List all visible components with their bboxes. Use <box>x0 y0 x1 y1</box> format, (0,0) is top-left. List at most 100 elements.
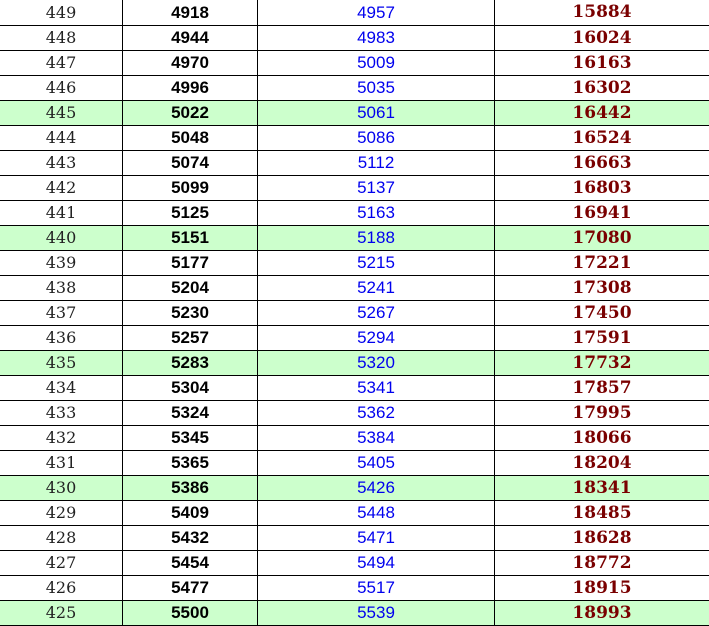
rank-cell: 17591 <box>494 325 709 351</box>
table-row: 443 5074 5112 16663 <box>0 150 709 176</box>
count-cell: 5324 <box>122 400 258 426</box>
table-row-highlighted: 445 5022 5061 16442 <box>0 100 709 126</box>
score-cell: 439 <box>0 250 123 276</box>
table-row: 427 5454 5494 18772 <box>0 550 709 576</box>
cumulative-cell: 5267 <box>257 300 495 326</box>
rank-cell: 18341 <box>494 475 709 501</box>
score-cell: 438 <box>0 275 123 301</box>
cumulative-cell: 5163 <box>257 200 495 226</box>
rank-cell: 16163 <box>494 50 709 76</box>
table-row: 426 5477 5517 18915 <box>0 575 709 601</box>
cumulative-cell: 4983 <box>257 25 495 51</box>
count-cell: 5177 <box>122 250 258 276</box>
score-cell: 427 <box>0 550 123 576</box>
count-cell: 5230 <box>122 300 258 326</box>
rank-cell: 17995 <box>494 400 709 426</box>
rank-cell: 16524 <box>494 125 709 151</box>
count-cell: 4944 <box>122 25 258 51</box>
rank-cell: 17450 <box>494 300 709 326</box>
count-cell: 5048 <box>122 125 258 151</box>
table-row: 432 5345 5384 18066 <box>0 425 709 451</box>
rank-cell: 18772 <box>494 550 709 576</box>
score-cell: 449 <box>0 0 123 26</box>
score-cell: 446 <box>0 75 123 101</box>
score-cell: 448 <box>0 25 123 51</box>
cumulative-cell: 5448 <box>257 500 495 526</box>
score-rank-table: 449 4918 4957 15884 448 4944 4983 16024 447 4970 5… <box>0 0 709 626</box>
score-cell: 429 <box>0 500 123 526</box>
rank-cell: 18993 <box>494 600 709 626</box>
score-cell: 445 <box>0 100 123 126</box>
rank-cell: 16803 <box>494 175 709 201</box>
count-cell: 5454 <box>122 550 258 576</box>
rank-cell: 16442 <box>494 100 709 126</box>
cumulative-cell: 4957 <box>257 0 495 26</box>
rank-cell: 17221 <box>494 250 709 276</box>
count-cell: 5283 <box>122 350 258 376</box>
score-cell: 432 <box>0 425 123 451</box>
count-cell: 4970 <box>122 50 258 76</box>
table-body: 449 4918 4957 15884 448 4944 4983 16024 447 4970 5… <box>0 0 709 626</box>
rank-cell: 16663 <box>494 150 709 176</box>
cumulative-cell: 5494 <box>257 550 495 576</box>
rank-cell: 18485 <box>494 500 709 526</box>
score-cell: 433 <box>0 400 123 426</box>
count-cell: 5345 <box>122 425 258 451</box>
table-row: 431 5365 5405 18204 <box>0 450 709 476</box>
cumulative-cell: 5137 <box>257 175 495 201</box>
score-cell: 440 <box>0 225 123 251</box>
cumulative-cell: 5035 <box>257 75 495 101</box>
score-cell: 443 <box>0 150 123 176</box>
table-row: 433 5324 5362 17995 <box>0 400 709 426</box>
rank-cell: 18066 <box>494 425 709 451</box>
count-cell: 5074 <box>122 150 258 176</box>
table-row: 448 4944 4983 16024 <box>0 25 709 51</box>
rank-cell: 18628 <box>494 525 709 551</box>
rank-cell: 16941 <box>494 200 709 226</box>
count-cell: 5125 <box>122 200 258 226</box>
count-cell: 5500 <box>122 600 258 626</box>
score-cell: 425 <box>0 600 123 626</box>
score-cell: 441 <box>0 200 123 226</box>
score-cell: 435 <box>0 350 123 376</box>
score-cell: 442 <box>0 175 123 201</box>
rank-cell: 17732 <box>494 350 709 376</box>
score-cell: 430 <box>0 475 123 501</box>
table-row: 428 5432 5471 18628 <box>0 525 709 551</box>
score-cell: 426 <box>0 575 123 601</box>
cumulative-cell: 5384 <box>257 425 495 451</box>
score-cell: 434 <box>0 375 123 401</box>
cumulative-cell: 5539 <box>257 600 495 626</box>
count-cell: 5386 <box>122 475 258 501</box>
table-row: 449 4918 4957 15884 <box>0 0 709 26</box>
table-row-highlighted: 435 5283 5320 17732 <box>0 350 709 376</box>
table-row-highlighted: 430 5386 5426 18341 <box>0 475 709 501</box>
cumulative-cell: 5405 <box>257 450 495 476</box>
score-cell: 447 <box>0 50 123 76</box>
count-cell: 5022 <box>122 100 258 126</box>
rank-cell: 16024 <box>494 25 709 51</box>
table-row: 444 5048 5086 16524 <box>0 125 709 151</box>
rank-cell: 17308 <box>494 275 709 301</box>
score-cell: 428 <box>0 525 123 551</box>
count-cell: 5477 <box>122 575 258 601</box>
count-cell: 5365 <box>122 450 258 476</box>
count-cell: 5409 <box>122 500 258 526</box>
count-cell: 5432 <box>122 525 258 551</box>
count-cell: 4918 <box>122 0 258 26</box>
score-cell: 437 <box>0 300 123 326</box>
cumulative-cell: 5112 <box>257 150 495 176</box>
cumulative-cell: 5320 <box>257 350 495 376</box>
table-row: 447 4970 5009 16163 <box>0 50 709 76</box>
rank-cell: 18204 <box>494 450 709 476</box>
table-row-highlighted: 425 5500 5539 18993 <box>0 600 709 626</box>
table-row: 436 5257 5294 17591 <box>0 325 709 351</box>
cumulative-cell: 5215 <box>257 250 495 276</box>
score-cell: 444 <box>0 125 123 151</box>
cumulative-cell: 5294 <box>257 325 495 351</box>
count-cell: 5304 <box>122 375 258 401</box>
count-cell: 5257 <box>122 325 258 351</box>
cumulative-cell: 5426 <box>257 475 495 501</box>
table-row: 446 4996 5035 16302 <box>0 75 709 101</box>
table-row: 437 5230 5267 17450 <box>0 300 709 326</box>
